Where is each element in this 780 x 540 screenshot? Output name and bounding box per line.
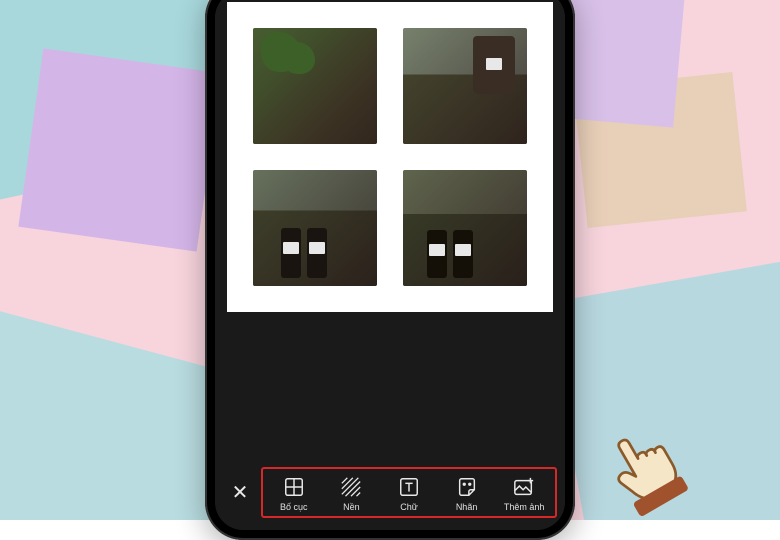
phone-frame: ✕ Bố cục <box>205 0 575 540</box>
texture-icon <box>339 475 363 499</box>
tool-background[interactable]: Nền <box>326 475 376 512</box>
add-image-icon <box>512 475 536 499</box>
tool-label: Bố cục <box>280 502 308 512</box>
collage-photo-slot[interactable] <box>403 170 527 286</box>
tool-sticker[interactable]: Nhãn <box>442 475 492 512</box>
close-icon: ✕ <box>232 480 249 505</box>
collage-canvas[interactable] <box>227 2 553 312</box>
text-icon <box>397 475 421 499</box>
collage-photo-slot[interactable] <box>403 28 527 144</box>
close-button[interactable]: ✕ <box>223 466 257 518</box>
tool-label: Thêm ảnh <box>504 502 545 512</box>
layout-grid-icon <box>282 475 306 499</box>
phone-screen: ✕ Bố cục <box>215 0 565 530</box>
tool-add-image[interactable]: Thêm ảnh <box>499 475 549 512</box>
tool-label: Nền <box>343 502 360 512</box>
tool-text[interactable]: Chữ <box>384 475 434 512</box>
tool-label: Chữ <box>400 502 418 512</box>
sticker-icon <box>455 475 479 499</box>
collage-photo-slot[interactable] <box>253 170 377 286</box>
tool-layout[interactable]: Bố cục <box>269 475 319 512</box>
collage-photo-slot[interactable] <box>253 28 377 144</box>
tool-label: Nhãn <box>456 502 478 512</box>
editor-canvas-area[interactable] <box>215 0 565 460</box>
tools-toolbar: Bố cục Nền <box>261 467 557 518</box>
